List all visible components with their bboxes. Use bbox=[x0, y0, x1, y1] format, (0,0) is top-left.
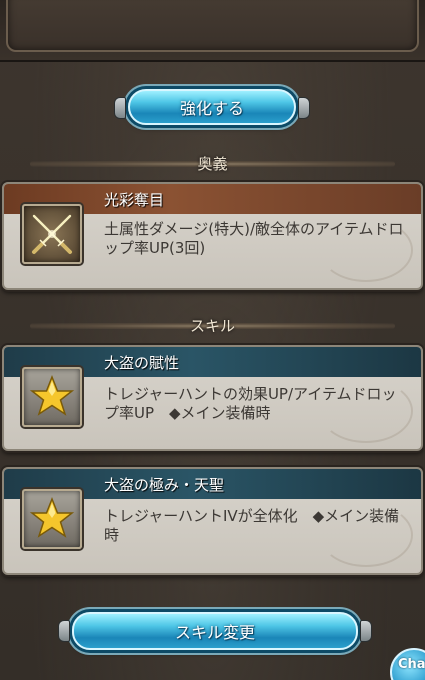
skill-name: 大盗の賦性 bbox=[104, 353, 180, 372]
star-icon bbox=[22, 367, 82, 427]
chat-button[interactable]: Cha bbox=[390, 648, 425, 680]
skill-name: 大盗の極み・天聖 bbox=[104, 475, 225, 494]
skill-card[interactable]: 大盗の賦性 トレジャーハントの効果UP/アイテムドロップ率UP ◆メイン装備時 bbox=[2, 345, 423, 451]
skill-change-button-label: スキル変更 bbox=[174, 623, 255, 642]
star-icon bbox=[22, 489, 82, 549]
chat-button-label: Cha bbox=[398, 657, 425, 672]
ougi-card[interactable]: 光彩奪目 土属性ダメージ(特大)/敵全体のアイテムドロップ率UP(3回) bbox=[2, 182, 423, 290]
crossed-swords-icon bbox=[22, 204, 82, 264]
top-frame bbox=[0, 0, 425, 62]
enhance-button[interactable]: 強化する bbox=[114, 89, 310, 125]
ougi-section-divider: 奥義 bbox=[30, 152, 395, 174]
top-panel bbox=[6, 0, 419, 52]
skill-section-title: スキル bbox=[189, 316, 235, 335]
skill-section-divider: スキル bbox=[30, 314, 395, 336]
ougi-name: 光彩奪目 bbox=[104, 190, 165, 209]
ougi-section-title: 奥義 bbox=[197, 154, 228, 173]
skill-change-button[interactable]: スキル変更 bbox=[58, 612, 372, 650]
enhance-button-label: 強化する bbox=[179, 99, 244, 118]
skill-card[interactable]: 大盗の極み・天聖 トレジャーハントIVが全体化 ◆メイン装備時 bbox=[2, 467, 423, 575]
